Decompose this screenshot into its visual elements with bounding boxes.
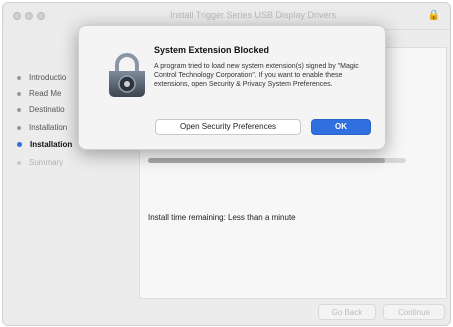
sidebar-step-installation-type: Installation bbox=[17, 123, 67, 132]
install-progress-fill bbox=[148, 158, 386, 163]
security-lock-icon bbox=[109, 53, 145, 97]
continue-button[interactable]: Continue bbox=[383, 304, 445, 320]
system-extension-blocked-dialog: System Extension Blocked A program tried… bbox=[78, 25, 386, 150]
step-bullet-icon bbox=[17, 107, 21, 112]
close-window-button[interactable] bbox=[13, 12, 21, 20]
step-label: Installation bbox=[29, 123, 68, 132]
step-label: Read Me bbox=[29, 89, 62, 98]
step-label: Destinatio bbox=[29, 105, 65, 114]
step-bullet-icon bbox=[17, 91, 21, 96]
sidebar-step-summary: Summary bbox=[17, 158, 63, 167]
step-bullet-icon bbox=[17, 125, 21, 130]
sidebar-step-installation: Installation bbox=[17, 140, 72, 149]
lock-icon: 🔒 bbox=[427, 10, 440, 21]
sidebar-step-introduction: Introductio bbox=[17, 73, 66, 82]
zoom-window-button[interactable] bbox=[37, 12, 45, 20]
step-label: Summary bbox=[29, 158, 64, 167]
sidebar-step-read-me: Read Me bbox=[17, 89, 61, 98]
step-label: Introductio bbox=[29, 73, 67, 82]
dialog-message: A program tried to load new system exten… bbox=[154, 63, 359, 88]
step-bullet-icon bbox=[17, 160, 21, 165]
step-bullet-icon bbox=[17, 142, 22, 148]
sidebar-step-destination: Destinatio bbox=[17, 105, 65, 114]
dialog-title: System Extension Blocked bbox=[154, 45, 270, 55]
ok-button[interactable]: OK bbox=[311, 119, 371, 135]
install-progress-bar bbox=[148, 158, 406, 163]
minimize-window-button[interactable] bbox=[25, 12, 33, 20]
step-bullet-icon bbox=[17, 75, 21, 80]
window-title: Install Trigger Series USB Display Drive… bbox=[169, 10, 337, 20]
time-remaining-text: Install time remaining: Less than a minu… bbox=[148, 213, 296, 222]
step-label: Installation bbox=[30, 140, 73, 149]
go-back-button[interactable]: Go Back bbox=[318, 304, 376, 320]
open-security-preferences-button[interactable]: Open Security Preferences bbox=[155, 119, 301, 135]
